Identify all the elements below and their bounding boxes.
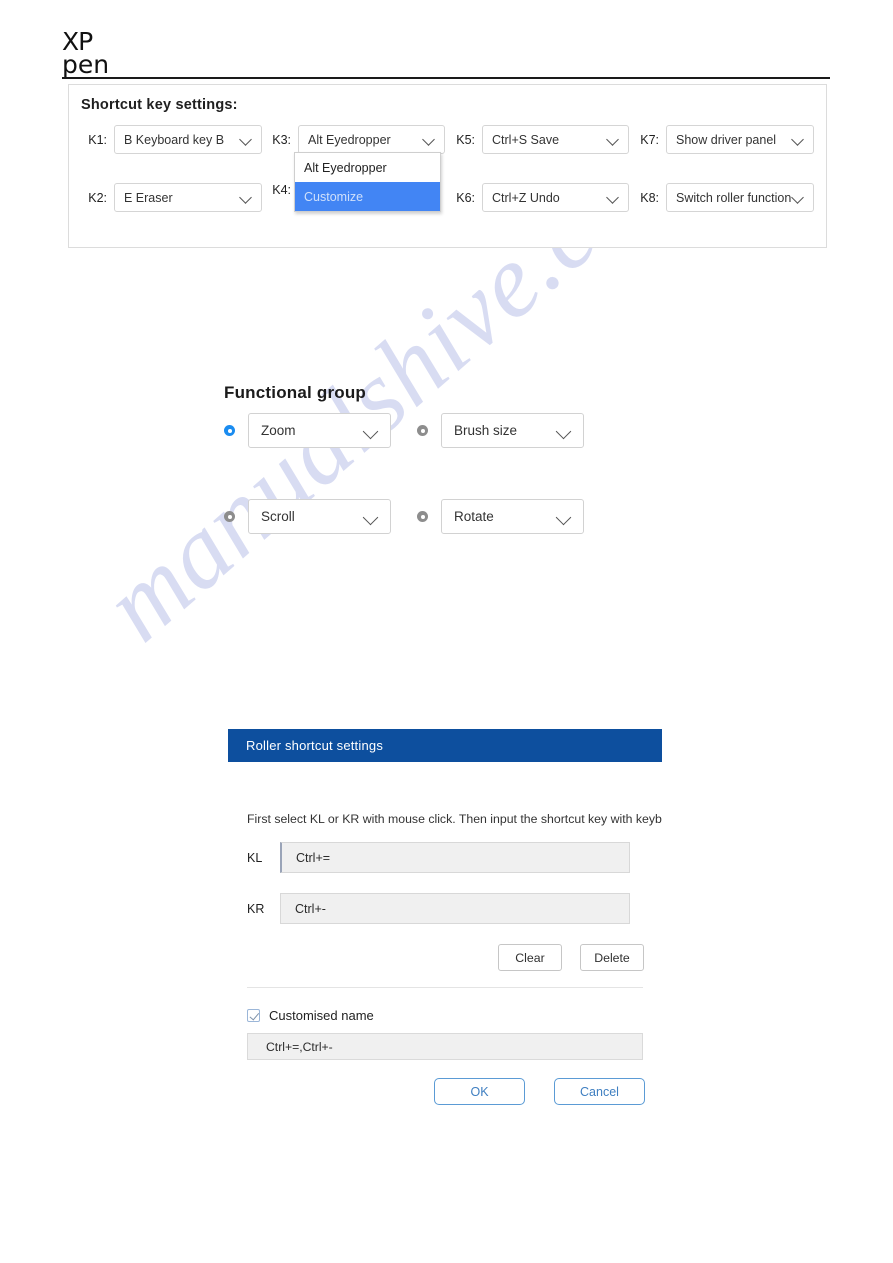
xppen-logo: XP pen <box>62 29 110 79</box>
dropdown-option-alt-eyedropper[interactable]: Alt Eyedropper <box>295 153 440 182</box>
functional-group-option-zoom[interactable]: Zoom <box>224 413 391 448</box>
shortcut-row-k2: K2: E Eraser <box>81 183 262 212</box>
roller-field-kr: KR Ctrl+- <box>247 893 630 924</box>
chevron-down-icon <box>793 192 804 203</box>
kr-value: Ctrl+- <box>295 901 326 916</box>
customised-name-row[interactable]: Customised name <box>247 1008 374 1023</box>
customised-name-value: Ctrl+=,Ctrl+- <box>266 1039 333 1054</box>
shortcut-row-k7: K7: Show driver panel <box>633 125 814 154</box>
chevron-down-icon <box>424 134 435 145</box>
kr-input[interactable]: Ctrl+- <box>280 893 630 924</box>
select-k3[interactable]: Alt Eyedropper <box>298 125 445 154</box>
select-k1[interactable]: B Keyboard key B <box>114 125 262 154</box>
select-k5-value: Ctrl+S Save <box>492 132 560 147</box>
logo-line-pen: pen <box>62 50 110 79</box>
select-scroll[interactable]: Scroll <box>248 499 391 534</box>
dialog-divider <box>247 987 643 988</box>
dropdown-menu-k3: Alt Eyedropper Customize <box>294 152 441 212</box>
select-brush-size-value: Brush size <box>454 423 518 438</box>
shortcut-row-k3: K3: Alt Eyedropper <box>265 125 445 154</box>
customised-name-checkbox[interactable] <box>247 1009 260 1022</box>
ok-button[interactable]: OK <box>434 1078 525 1105</box>
delete-button[interactable]: Delete <box>580 944 644 971</box>
customised-name-input[interactable]: Ctrl+=,Ctrl+- <box>247 1033 643 1060</box>
key-label-k5: K5: <box>456 132 475 147</box>
select-k2-value: E Eraser <box>124 190 173 205</box>
select-k5[interactable]: Ctrl+S Save <box>482 125 629 154</box>
dialog-header: Roller shortcut settings <box>228 729 662 762</box>
select-rotate[interactable]: Rotate <box>441 499 584 534</box>
chevron-down-icon <box>793 134 804 145</box>
key-label-k3: K3: <box>272 132 291 147</box>
select-k2[interactable]: E Eraser <box>114 183 262 212</box>
header-divider <box>62 77 830 79</box>
shortcut-row-k1: K1: B Keyboard key B <box>81 125 262 154</box>
key-label-k4: K4: <box>272 183 291 197</box>
functional-group-option-scroll[interactable]: Scroll <box>224 499 391 534</box>
roller-shortcut-settings-dialog: Roller shortcut settings First select KL… <box>228 729 662 1105</box>
functional-group-title: Functional group <box>224 383 367 402</box>
chevron-down-icon <box>365 511 376 522</box>
customised-name-label: Customised name <box>269 1008 374 1023</box>
key-label-k6: K6: <box>456 190 475 205</box>
chevron-down-icon <box>608 134 619 145</box>
select-zoom-value: Zoom <box>261 423 296 438</box>
radio-rotate[interactable] <box>417 511 428 522</box>
radio-zoom[interactable] <box>224 425 235 436</box>
dialog-hint-text: First select KL or KR with mouse click. … <box>247 812 662 826</box>
dialog-title: Roller shortcut settings <box>246 738 384 753</box>
shortcut-row-k6: K6: Ctrl+Z Undo <box>449 183 629 212</box>
cancel-button[interactable]: Cancel <box>554 1078 645 1105</box>
key-label-k1: K1: <box>88 132 107 147</box>
select-k6[interactable]: Ctrl+Z Undo <box>482 183 629 212</box>
kr-label: KR <box>247 901 265 916</box>
dialog-body: First select KL or KR with mouse click. … <box>228 762 662 1105</box>
radio-brush-size[interactable] <box>417 425 428 436</box>
dropdown-option-customize[interactable]: Customize <box>295 182 440 211</box>
kl-label: KL <box>247 850 263 865</box>
select-rotate-value: Rotate <box>454 509 494 524</box>
shortcut-row-k5: K5: Ctrl+S Save <box>449 125 629 154</box>
chevron-down-icon <box>241 134 252 145</box>
select-k7[interactable]: Show driver panel <box>666 125 814 154</box>
select-k8[interactable]: Switch roller function <box>666 183 814 212</box>
select-k6-value: Ctrl+Z Undo <box>492 190 560 205</box>
chevron-down-icon <box>241 192 252 203</box>
select-scroll-value: Scroll <box>261 509 295 524</box>
chevron-down-icon <box>558 511 569 522</box>
roller-field-kl: KL Ctrl+= <box>247 842 630 873</box>
shortcut-key-settings-panel: Shortcut key settings: K1: B Keyboard ke… <box>68 84 827 248</box>
radio-scroll[interactable] <box>224 511 235 522</box>
select-zoom[interactable]: Zoom <box>248 413 391 448</box>
key-label-k8: K8: <box>640 190 659 205</box>
select-k7-value: Show driver panel <box>676 132 777 147</box>
functional-group-option-rotate[interactable]: Rotate <box>417 499 584 534</box>
chevron-down-icon <box>365 425 376 436</box>
kl-input[interactable]: Ctrl+= <box>280 842 630 873</box>
key-label-k7: K7: <box>640 132 659 147</box>
kl-value: Ctrl+= <box>296 850 331 865</box>
clear-button[interactable]: Clear <box>498 944 562 971</box>
chevron-down-icon <box>608 192 619 203</box>
select-k3-value: Alt Eyedropper <box>308 132 391 147</box>
shortcut-row-k8: K8: Switch roller function <box>633 183 814 212</box>
panel-title: Shortcut key settings: <box>81 97 238 113</box>
select-k1-value: B Keyboard key B <box>124 132 225 147</box>
key-label-k2: K2: <box>88 190 107 205</box>
select-brush-size[interactable]: Brush size <box>441 413 584 448</box>
functional-group-option-brush-size[interactable]: Brush size <box>417 413 584 448</box>
select-k8-value: Switch roller function <box>676 190 792 205</box>
chevron-down-icon <box>558 425 569 436</box>
